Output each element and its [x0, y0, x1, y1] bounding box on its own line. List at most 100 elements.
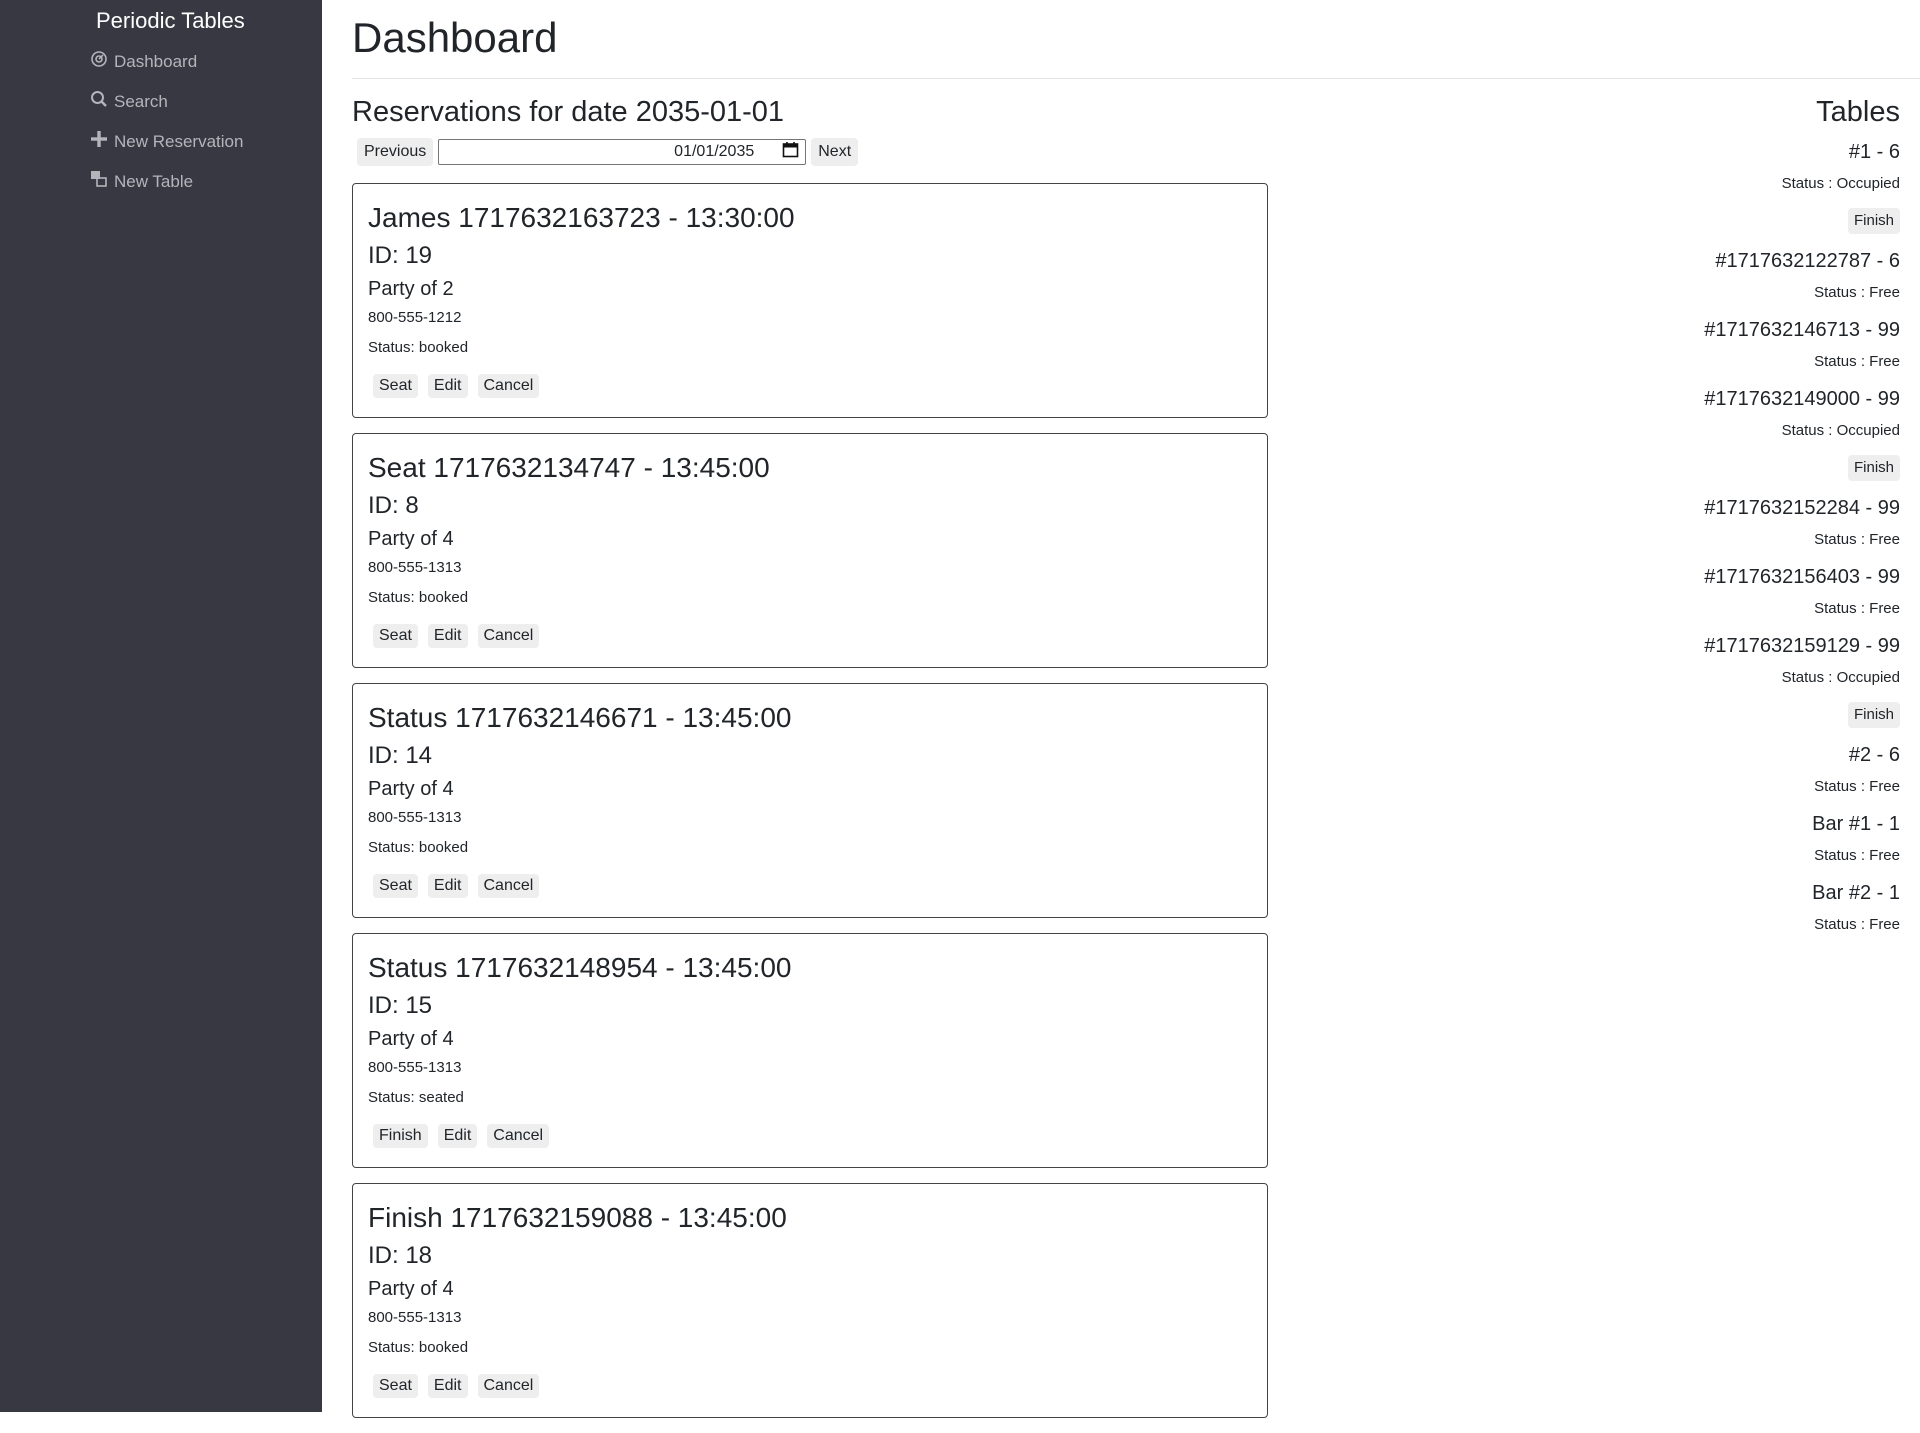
- reservation-actions: Seat Edit Cancel: [373, 374, 540, 398]
- finish-table-button[interactable]: Finish: [1847, 455, 1900, 481]
- table-icon: [90, 170, 108, 193]
- table-name: Bar #1 - 1: [1812, 813, 1900, 835]
- nav-item-dashboard[interactable]: Dashboard: [90, 50, 197, 73]
- cancel-button[interactable]: Cancel: [477, 374, 540, 398]
- reservation-title: Status 1717632148954 - 13:45:00: [368, 952, 792, 983]
- table-status: Status : Free: [1814, 353, 1900, 370]
- dashboard-icon: [90, 50, 108, 73]
- reservation-phone: 800-555-1212: [368, 309, 462, 326]
- reservation-party: Party of 2: [368, 278, 454, 300]
- table-entry: #1717632159129 - 99 Status : Occupied Fi…: [1704, 633, 1900, 728]
- reservation-id: ID: 18: [368, 1242, 433, 1269]
- reservation-list: James 1717632163723 - 13:30:00 ID: 19 Pa…: [352, 183, 1268, 1433]
- table-name: #1 - 6: [1848, 141, 1900, 163]
- table-status: Status : Occupied: [1781, 669, 1900, 686]
- date-navigation: Previous 01/01/2035 Next: [357, 138, 859, 166]
- edit-button[interactable]: Edit: [427, 374, 468, 398]
- page-title: Dashboard: [352, 14, 558, 61]
- edit-button[interactable]: Edit: [427, 1374, 468, 1398]
- date-input[interactable]: 01/01/2035: [438, 139, 807, 165]
- nav-label-search: Search: [114, 91, 168, 111]
- previous-button[interactable]: Previous: [357, 138, 434, 166]
- nav-item-new-reservation[interactable]: New Reservation: [90, 130, 243, 153]
- finish-button[interactable]: Finish: [373, 1124, 428, 1148]
- reservation-title: James 1717632163723 - 13:30:00: [368, 202, 795, 233]
- seat-button[interactable]: Seat: [373, 1374, 418, 1398]
- seat-button[interactable]: Seat: [373, 624, 418, 648]
- reservation-card: Seat 1717632134747 - 13:45:00 ID: 8 Part…: [352, 433, 1268, 668]
- table-status: Status : Free: [1814, 847, 1900, 864]
- table-entry: #1717632146713 - 99 Status : Free: [1704, 317, 1900, 372]
- reservation-card: James 1717632163723 - 13:30:00 ID: 19 Pa…: [352, 183, 1268, 418]
- table-status: Status : Free: [1814, 600, 1900, 617]
- edit-button[interactable]: Edit: [437, 1124, 478, 1148]
- reservation-phone: 800-555-1313: [368, 559, 462, 576]
- cancel-button[interactable]: Cancel: [477, 624, 540, 648]
- reservation-title: Seat 1717632134747 - 13:45:00: [368, 452, 770, 483]
- nav-item-new-table[interactable]: New Table: [90, 170, 193, 193]
- edit-button[interactable]: Edit: [427, 874, 468, 898]
- reservations-heading: Reservations for date 2035-01-01: [352, 96, 785, 128]
- reservation-actions: Finish Edit Cancel: [373, 1124, 550, 1148]
- reservation-id: ID: 8: [368, 492, 419, 519]
- reservation-title: Status 1717632146671 - 13:45:00: [368, 702, 792, 733]
- title-divider: [352, 78, 1920, 79]
- table-name: #1717632149000 - 99: [1704, 388, 1900, 410]
- reservation-status: Status: booked: [368, 1339, 469, 1356]
- edit-button[interactable]: Edit: [427, 624, 468, 648]
- sidebar: Periodic Tables Dashboard Search New Res…: [0, 0, 322, 1412]
- tables-panel: Tables #1 - 6 Status : Occupied Finish #…: [1704, 96, 1900, 949]
- table-entry: #1717632122787 - 6 Status : Free: [1704, 248, 1900, 303]
- date-value: 01/01/2035: [674, 143, 755, 160]
- reservation-status: Status: booked: [368, 589, 469, 606]
- calendar-icon[interactable]: [782, 141, 799, 163]
- table-status: Status : Occupied: [1781, 175, 1900, 192]
- cancel-button[interactable]: Cancel: [477, 1374, 540, 1398]
- seat-button[interactable]: Seat: [373, 874, 418, 898]
- reservation-party: Party of 4: [368, 778, 454, 800]
- table-entry: Bar #2 - 1 Status : Free: [1704, 880, 1900, 935]
- main-content: Dashboard Reservations for date 2035-01-…: [322, 0, 1920, 1418]
- brand-title[interactable]: Periodic Tables: [96, 8, 245, 34]
- table-entry: #1717632149000 - 99 Status : Occupied Fi…: [1704, 386, 1900, 481]
- nav-label-new-table: New Table: [114, 171, 194, 191]
- table-status: Status : Free: [1814, 284, 1900, 301]
- reservation-phone: 800-555-1313: [368, 809, 462, 826]
- next-button[interactable]: Next: [811, 138, 859, 166]
- table-name: #1717632159129 - 99: [1704, 635, 1900, 657]
- reservation-phone: 800-555-1313: [368, 1059, 462, 1076]
- table-status: Status : Free: [1814, 778, 1900, 795]
- table-entry: #1717632156403 - 99 Status : Free: [1704, 564, 1900, 619]
- table-name: #1717632152284 - 99: [1704, 497, 1900, 519]
- reservation-status: Status: booked: [368, 339, 469, 356]
- reservation-status: Status: seated: [368, 1089, 464, 1106]
- seat-button[interactable]: Seat: [373, 374, 418, 398]
- nav-label-dashboard: Dashboard: [114, 51, 198, 71]
- tables-heading: Tables: [1816, 96, 1900, 128]
- reservation-id: ID: 15: [368, 992, 433, 1019]
- reservation-card: Status 1717632146671 - 13:45:00 ID: 14 P…: [352, 683, 1268, 918]
- finish-table-button[interactable]: Finish: [1847, 208, 1900, 234]
- nav-label-new-reservation: New Reservation: [114, 131, 244, 151]
- reservation-status: Status: booked: [368, 839, 469, 856]
- reservation-title: Finish 1717632159088 - 13:45:00: [368, 1202, 787, 1233]
- table-name: Bar #2 - 1: [1812, 882, 1900, 904]
- table-entry: #2 - 6 Status : Free: [1704, 742, 1900, 797]
- table-entry: #1 - 6 Status : Occupied Finish: [1704, 139, 1900, 234]
- reservation-actions: Seat Edit Cancel: [373, 874, 540, 898]
- finish-table-button[interactable]: Finish: [1847, 702, 1900, 728]
- reservation-card: Status 1717632148954 - 13:45:00 ID: 15 P…: [352, 933, 1268, 1168]
- reservation-party: Party of 4: [368, 528, 454, 550]
- reservation-phone: 800-555-1313: [368, 1309, 462, 1326]
- reservation-actions: Seat Edit Cancel: [373, 624, 540, 648]
- cancel-button[interactable]: Cancel: [487, 1124, 550, 1148]
- cancel-button[interactable]: Cancel: [477, 874, 540, 898]
- plus-icon: [90, 130, 108, 153]
- reservation-party: Party of 4: [368, 1028, 454, 1050]
- reservation-actions: Seat Edit Cancel: [373, 1374, 540, 1398]
- nav-item-search[interactable]: Search: [90, 90, 168, 113]
- reservation-card: Finish 1717632159088 - 13:45:00 ID: 18 P…: [352, 1183, 1268, 1418]
- table-entry: #1717632152284 - 99 Status : Free: [1704, 495, 1900, 550]
- reservation-id: ID: 14: [368, 742, 433, 769]
- table-status: Status : Free: [1814, 531, 1900, 548]
